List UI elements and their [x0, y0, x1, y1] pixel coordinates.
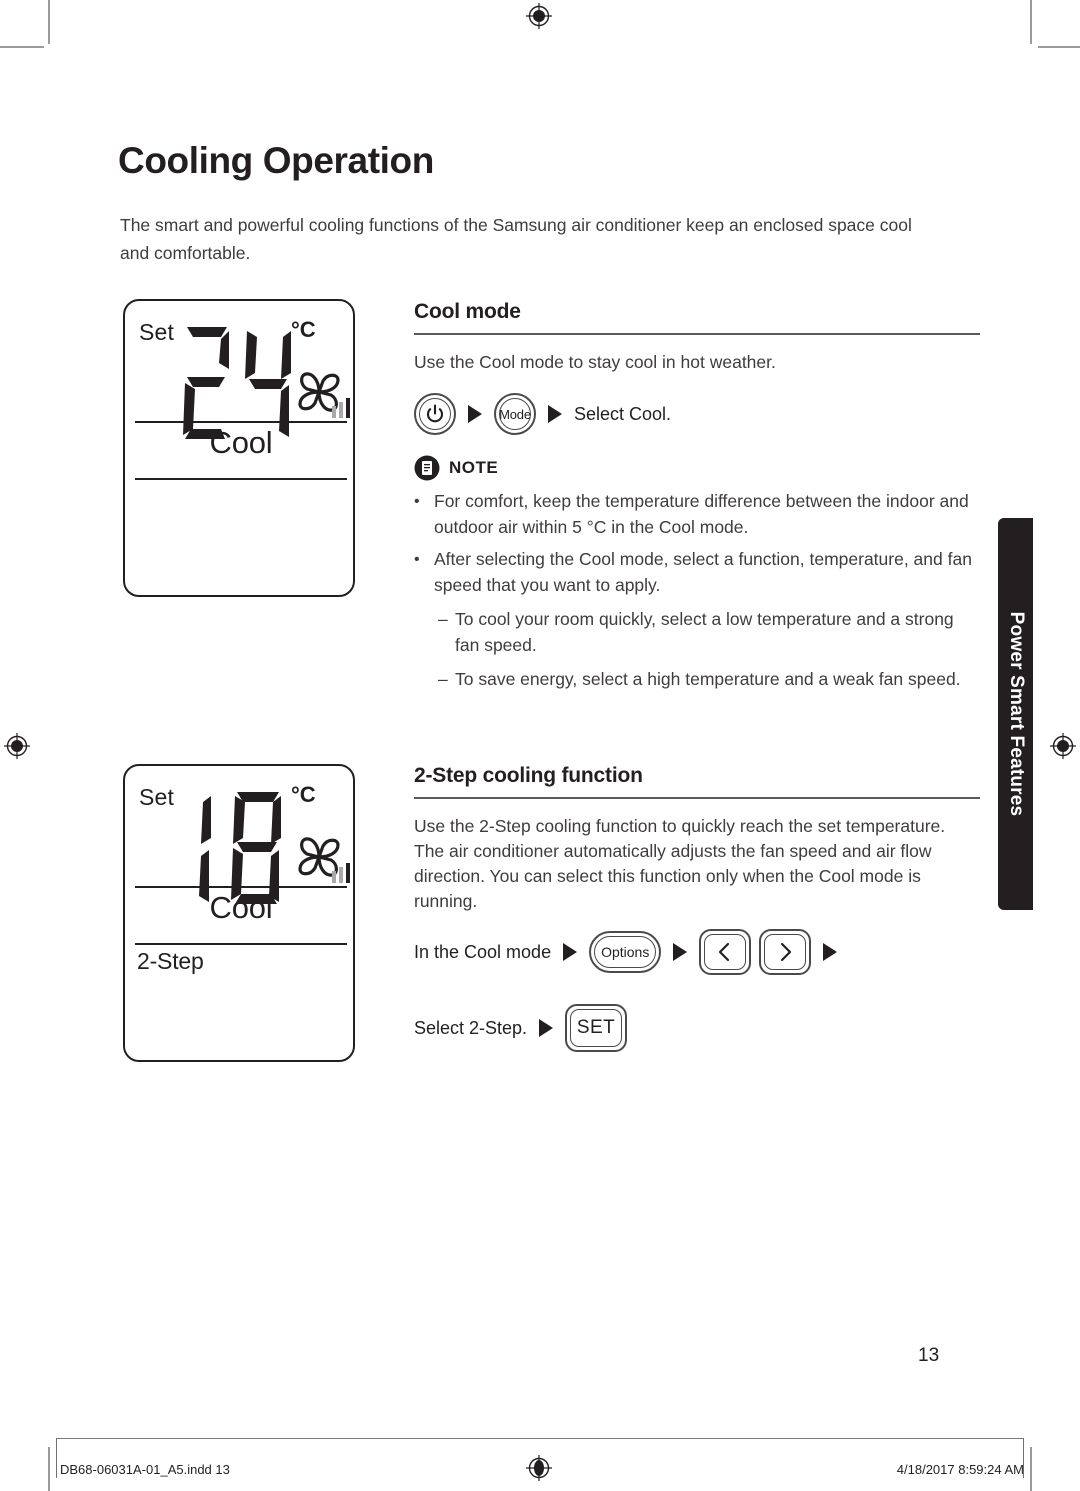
section-rule-cool-mode [414, 333, 980, 335]
crop-mark-top-left-horizontal [0, 46, 44, 48]
lcd-divider-upper [135, 886, 347, 888]
bullet-text: For comfort, keep the temperature differ… [434, 491, 969, 537]
crop-mark-top-right-vertical [1030, 0, 1032, 44]
options-button-label: Options [601, 944, 650, 960]
arrow-separator-icon [563, 943, 578, 961]
chapter-side-tab-label: Power Smart Features [1005, 611, 1027, 817]
registration-mark-top-center [526, 3, 552, 29]
section-heading-two-step: 2-Step cooling function [414, 764, 643, 787]
fan-speed-bars-icon [332, 863, 350, 883]
note-subbullet-item: – To cool your room quickly, select a lo… [438, 607, 980, 658]
lcd-set-label: Set [139, 784, 175, 810]
bullet-marker: – [438, 609, 448, 629]
registration-mark-right-middle [1050, 733, 1076, 759]
options-button[interactable]: Options [589, 931, 662, 973]
note-bullet-item: • For comfort, keep the temperature diff… [414, 489, 980, 540]
two-step-row-one: In the Cool mode Options [414, 929, 838, 975]
set-button-label: SET [576, 1017, 616, 1038]
power-icon [426, 404, 444, 423]
note-header: NOTE [414, 455, 498, 481]
section-heading-cool-mode: Cool mode [414, 300, 521, 323]
page-number: 13 [918, 1345, 940, 1366]
crop-mark-top-right-horizontal [1038, 46, 1080, 48]
lcd-mode-name: Cool [209, 425, 273, 460]
lcd-divider-upper [135, 421, 347, 423]
registration-mark-bottom-center [526, 1455, 552, 1481]
left-chevron-icon [719, 942, 730, 962]
bullet-text: To cool your room quickly, select a low … [455, 609, 954, 655]
two-step-lead-text: In the Cool mode [414, 941, 552, 962]
mode-button[interactable]: Mode [494, 393, 536, 435]
mode-button-label: Mode [499, 406, 531, 422]
bullet-marker: – [438, 669, 448, 689]
crop-mark-top-left-vertical [48, 0, 50, 44]
note-bullet-item: • After selecting the Cool mode, select … [414, 547, 980, 598]
bullet-marker: • [414, 551, 420, 568]
cool-mode-step-row: Mode Select Cool. [414, 393, 671, 435]
arrow-separator-icon [539, 1019, 554, 1037]
two-step-description: Use the 2-Step cooling function to quick… [414, 816, 946, 911]
section-rule-two-step [414, 797, 980, 799]
crop-mark-bottom-left-vertical [48, 1447, 50, 1491]
footer-timestamp: 4/18/2017 8:59:24 AM [896, 1462, 1024, 1477]
note-document-icon [414, 455, 440, 481]
cool-mode-step-result: Select Cool. [574, 403, 672, 424]
set-button[interactable]: SET [565, 1004, 628, 1052]
two-step-row-two: Select 2-Step. SET [414, 1004, 628, 1052]
bullet-marker: • [414, 493, 420, 510]
registration-mark-left-middle [4, 733, 30, 759]
footer-tick-left [56, 1438, 57, 1478]
lcd-set-label: Set [139, 319, 175, 345]
page-intro-text: The smart and powerful cooling functions… [120, 215, 912, 263]
lcd-display-panel-2step: Set °C Cool 2-Step [123, 764, 355, 1062]
manual-page: Cooling Operation The smart and powerful… [0, 0, 1080, 1491]
previous-button[interactable] [699, 929, 752, 975]
arrow-separator-icon [468, 405, 482, 423]
fan-speed-bars-icon [332, 398, 350, 418]
lcd-divider-lower [135, 478, 347, 480]
page-title: Cooling Operation [118, 140, 434, 181]
right-chevron-icon [781, 942, 792, 962]
power-button[interactable] [414, 393, 456, 435]
crop-mark-bottom-right-vertical [1030, 1447, 1032, 1491]
cool-mode-description: Use the Cool mode to stay cool in hot we… [414, 352, 776, 372]
two-step-select-text: Select 2-Step. [414, 1017, 528, 1038]
next-button[interactable] [759, 929, 812, 975]
lcd-mode-name: Cool [209, 890, 273, 925]
lcd-divider-lower [135, 943, 347, 945]
footer-divider [56, 1438, 1024, 1439]
arrow-separator-icon [673, 943, 688, 961]
lcd-display-panel-cool: Set °C Cool [123, 299, 355, 597]
lcd-function-name: 2-Step [137, 948, 204, 974]
chapter-side-tab: Power Smart Features [998, 518, 1033, 910]
footer-filename: DB68-06031A-01_A5.indd 13 [60, 1462, 230, 1477]
note-bullet-list: • For comfort, keep the temperature diff… [414, 489, 980, 700]
note-subbullet-item: – To save energy, select a high temperat… [438, 667, 980, 693]
arrow-separator-icon [548, 405, 562, 423]
note-label: NOTE [449, 458, 499, 477]
bullet-text: After selecting the Cool mode, select a … [434, 549, 972, 595]
arrow-separator-icon [823, 943, 838, 961]
bullet-text: To save energy, select a high temperatur… [455, 669, 961, 689]
